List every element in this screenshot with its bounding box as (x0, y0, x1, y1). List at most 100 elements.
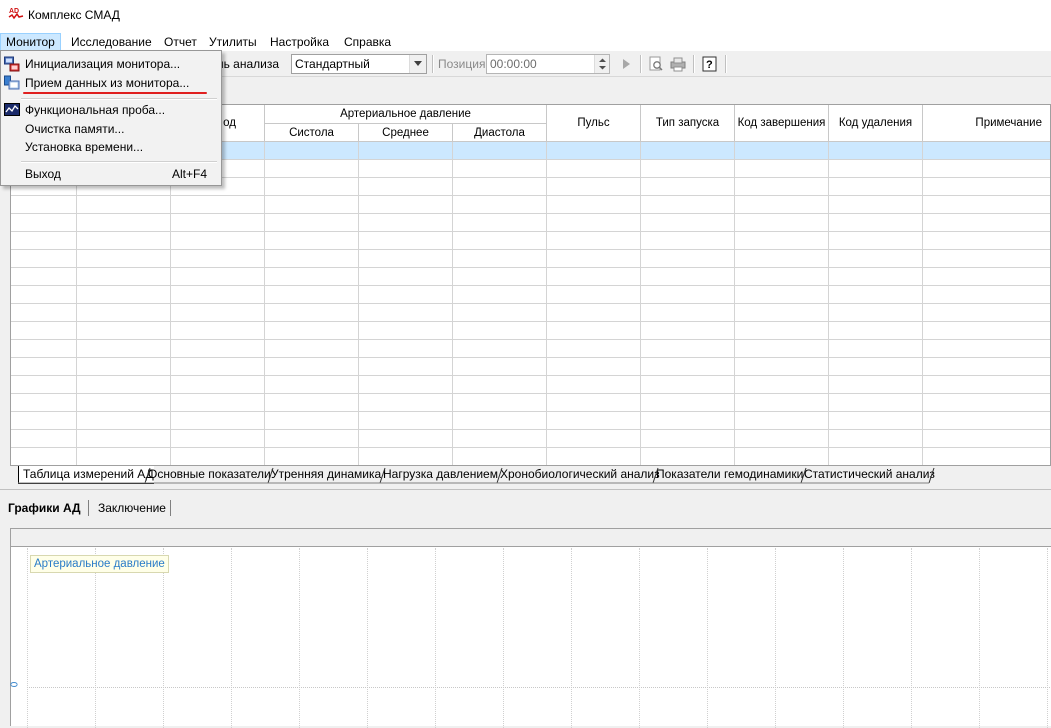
print-button[interactable] (668, 55, 688, 73)
chart-grid-line (163, 548, 164, 728)
window-title: Комплекс СМАД (28, 8, 120, 22)
chart-grid-line (367, 548, 368, 728)
pane-splitter[interactable] (0, 489, 1051, 492)
bp-chart: Артериальное давление 0 (9, 528, 1051, 728)
chart-grid-line (639, 548, 640, 728)
printer-icon (670, 57, 686, 72)
tab-statistical-analysis[interactable]: Статистический анализ (804, 466, 935, 484)
table-row[interactable] (11, 268, 1050, 286)
monitor-init-icon (4, 56, 20, 72)
chart-grid-line (843, 548, 844, 728)
chart-grid-line (231, 548, 232, 728)
header-systole: Систола (265, 124, 359, 142)
position-label: Позиция (438, 57, 486, 71)
menu-report[interactable]: Отчет (159, 33, 202, 51)
tab-morning-dynamics[interactable]: Утренняя динамика (271, 466, 381, 484)
chevron-down-icon[interactable] (409, 55, 426, 73)
column-divider (734, 142, 735, 465)
help-button[interactable]: ? (700, 55, 720, 73)
header-completion-code: Код завершения (735, 105, 829, 142)
menu-item-set-time[interactable]: Установка времени... (3, 137, 219, 157)
menu-settings[interactable]: Настройка (265, 33, 334, 51)
menu-item-receive-data[interactable]: Прием данных из монитора... (3, 73, 219, 93)
y-axis-zero-label: 0 (9, 681, 21, 688)
profile-select-value: Стандартный (295, 57, 370, 71)
menu-item-label: Установка времени... (25, 140, 144, 154)
monitor-dropdown-menu: Инициализация монитора... Прием данных и… (0, 50, 222, 186)
column-divider (170, 142, 171, 465)
menu-item-label: Инициализация монитора... (25, 57, 181, 71)
chart-grid-line (27, 548, 28, 728)
column-divider (452, 142, 453, 465)
table-row[interactable] (11, 232, 1050, 250)
data-receive-icon (4, 75, 20, 90)
table-row[interactable] (11, 430, 1050, 448)
menu-item-clear-memory[interactable]: Очистка памяти... (3, 119, 219, 139)
column-divider (264, 142, 265, 465)
chart-legend: Артериальное давление (30, 555, 169, 573)
toolbar-separator (693, 55, 695, 73)
app-logo-icon: AD (8, 8, 24, 20)
position-time-field[interactable]: 00:00:00 (486, 54, 610, 74)
menu-utilities[interactable]: Утилиты (204, 33, 262, 51)
print-preview-icon (649, 56, 663, 71)
menu-research[interactable]: Исследование (66, 33, 157, 51)
tab-pressure-load[interactable]: Нагрузка давлением (383, 466, 498, 484)
position-time-value: 00:00:00 (490, 57, 537, 71)
table-row[interactable] (11, 286, 1050, 304)
menu-item-shortcut: Alt+F4 (171, 167, 207, 181)
column-divider (358, 142, 359, 465)
table-row[interactable] (11, 340, 1050, 358)
tab-measurements-table[interactable]: Таблица измерений АД (18, 466, 154, 484)
table-row[interactable] (11, 214, 1050, 232)
column-divider (546, 142, 547, 465)
menu-item-functional-test[interactable]: Функциональная проба... (3, 100, 219, 120)
table-row[interactable] (11, 376, 1050, 394)
column-divider (76, 142, 77, 465)
column-divider (828, 142, 829, 465)
tab-divider (170, 500, 171, 516)
table-row[interactable] (11, 448, 1050, 465)
chart-header-bar (11, 529, 1051, 547)
print-preview-button[interactable] (646, 55, 666, 73)
table-row[interactable] (11, 196, 1050, 214)
toolbar-separator (725, 55, 727, 73)
table-row[interactable] (11, 322, 1050, 340)
header-pulse: Пульс (547, 105, 641, 142)
profile-select[interactable]: Стандартный (291, 54, 427, 74)
play-button[interactable] (617, 55, 637, 73)
tab-bp-charts[interactable]: Графики АД (0, 499, 89, 517)
tab-chronobiological-analysis[interactable]: Хронобиологический анализ (500, 466, 660, 484)
tab-hemodynamics[interactable]: Показатели гемодинамики (656, 466, 803, 484)
table-row[interactable] (11, 304, 1050, 322)
table-row[interactable] (11, 250, 1050, 268)
menu-item-label: Очистка памяти... (25, 122, 125, 136)
menu-item-label: Выход (25, 167, 61, 181)
table-row[interactable] (11, 412, 1050, 430)
toolbar-separator (640, 55, 642, 73)
menu-item-label: Прием данных из монитора... (25, 76, 190, 90)
time-spinner[interactable] (594, 55, 609, 73)
menu-help[interactable]: Справка (339, 33, 396, 51)
chart-grid-line (1047, 548, 1048, 728)
chart-grid-line (95, 548, 96, 728)
table-row[interactable] (11, 394, 1050, 412)
chart-grid-line (503, 548, 504, 728)
chart-grid-line (775, 548, 776, 728)
header-start-type: Тип запуска (641, 105, 735, 142)
menu-monitor[interactable]: Монитор (0, 33, 61, 51)
tab-divider (88, 500, 89, 516)
table-row[interactable] (11, 358, 1050, 376)
menu-item-init-monitor[interactable]: Инициализация монитора... (3, 54, 219, 74)
header-bp-group: Артериальное давление (265, 105, 547, 124)
chart-grid-line (571, 548, 572, 728)
functional-test-icon (4, 103, 20, 116)
chart-grid-line (911, 548, 912, 728)
tab-conclusion[interactable]: Заключение (90, 499, 174, 517)
menu-item-exit[interactable]: Выход Alt+F4 (3, 164, 219, 184)
tab-main-indicators[interactable]: Основные показатели (148, 466, 271, 484)
svg-text:?: ? (706, 59, 713, 71)
column-divider (922, 142, 923, 465)
chart-grid-line (435, 548, 436, 728)
title-bar: AD Комплекс СМАД (0, 0, 1051, 31)
